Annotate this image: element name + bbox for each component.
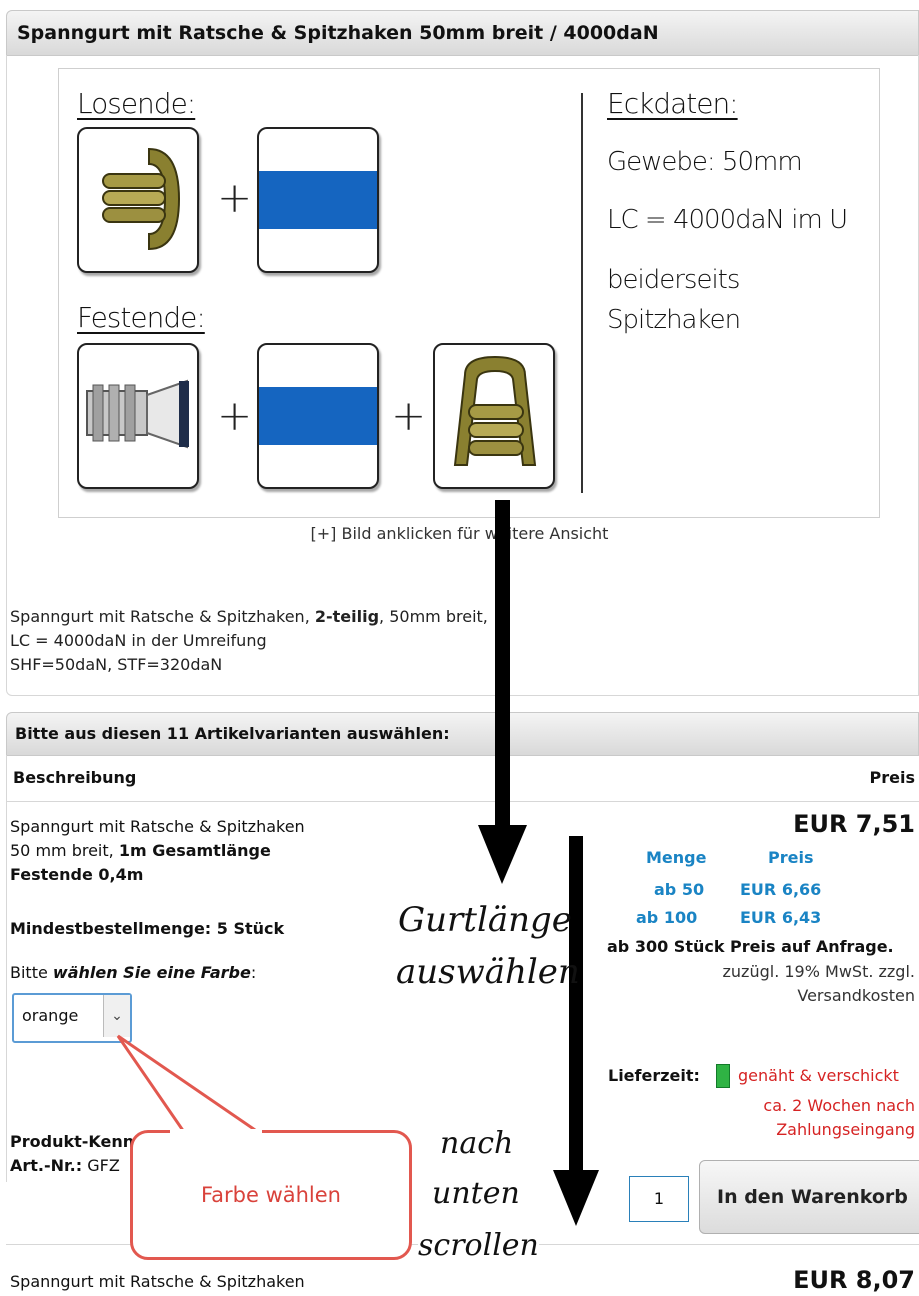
choose-color-callout: Farbe wählen (130, 1130, 412, 1260)
down-arrow-icon (569, 836, 583, 1176)
annotation-overlay (116, 500, 599, 1226)
callout-joint (170, 1129, 262, 1135)
down-arrow-icon (478, 825, 527, 884)
callout-pointer (116, 1034, 263, 1134)
annotation-unten: unten (432, 1176, 520, 1211)
down-arrow-icon (495, 500, 510, 830)
annotation-gurtlaenge: Gurtlänge (398, 900, 572, 940)
down-arrow-icon (553, 1170, 599, 1226)
annotation-auswaehlen: auswählen (396, 952, 580, 992)
annotation-nach: nach (440, 1126, 514, 1161)
annotation-scrollen: scrollen (418, 1228, 539, 1263)
